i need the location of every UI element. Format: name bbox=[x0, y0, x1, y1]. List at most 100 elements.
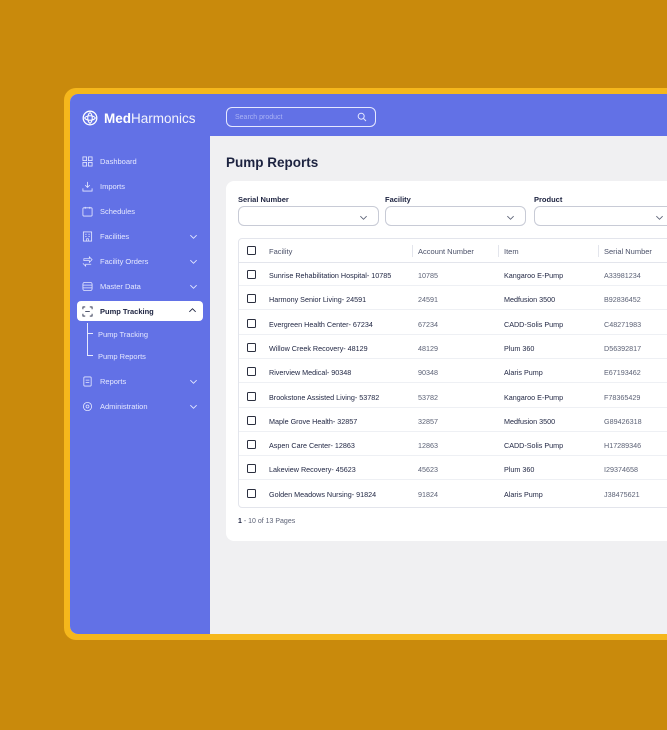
chevron-down-icon bbox=[656, 215, 663, 220]
brand-logo: MedHarmonics bbox=[82, 110, 196, 126]
row-checkbox[interactable] bbox=[247, 440, 256, 450]
cell-item: CADD-Solis Pump bbox=[504, 319, 564, 329]
column-header-account-number[interactable]: Account Number bbox=[412, 245, 474, 257]
facility-select[interactable] bbox=[385, 206, 526, 226]
column-header-item[interactable]: Item bbox=[498, 245, 519, 257]
table-row[interactable]: Brookstone Assisted Living- 53782 53782 Ka… bbox=[239, 385, 667, 408]
calendar-icon bbox=[82, 206, 93, 217]
chevron-down-icon bbox=[507, 215, 514, 220]
import-tray-icon bbox=[82, 181, 93, 192]
sidebar-item-imports[interactable]: Imports bbox=[70, 174, 210, 199]
page-range-text: - 10 of 13 Pages bbox=[241, 518, 296, 525]
sidebar-item-label: Imports bbox=[100, 182, 126, 191]
row-checkbox[interactable] bbox=[247, 294, 256, 304]
row-checkbox[interactable] bbox=[247, 318, 256, 328]
sidebar-item-facility-orders[interactable]: Facility Orders bbox=[70, 249, 210, 274]
page-title: Pump Reports bbox=[226, 155, 319, 170]
cell-item: Kangaroo E-Pump bbox=[504, 392, 564, 402]
sidebar-subitem-pump-reports[interactable]: Pump Reports bbox=[70, 345, 210, 367]
row-checkbox[interactable] bbox=[247, 367, 256, 377]
cell-serial-number: C48271983 bbox=[604, 319, 642, 329]
cell-account-number: 24591 bbox=[418, 295, 438, 305]
sidebar-item-label: Administration bbox=[100, 402, 148, 411]
cell-account-number: 45623 bbox=[418, 465, 438, 475]
table-row[interactable]: Lakeview Recovery- 45623 45623 Plum 360 I29… bbox=[239, 457, 667, 481]
cell-facility: Maple Grove Health- 32857 bbox=[269, 416, 358, 426]
sidebar-subitem-pump-tracking[interactable]: Pump Tracking bbox=[70, 323, 210, 345]
cell-item: Alaris Pump bbox=[504, 489, 543, 499]
row-checkbox[interactable] bbox=[247, 415, 256, 425]
cell-item: Plum 360 bbox=[504, 343, 535, 353]
cell-facility: Brookstone Assisted Living- 53782 bbox=[269, 392, 380, 402]
cell-item: Medfusion 3500 bbox=[504, 295, 556, 305]
table-row[interactable]: Golden Meadows Nursing- 91824 91824 Alaris… bbox=[239, 482, 667, 505]
search-icon[interactable] bbox=[357, 112, 367, 122]
sidebar-item-master-data[interactable]: Master Data bbox=[70, 274, 210, 299]
sidebar-item-administration[interactable]: Administration bbox=[70, 394, 210, 419]
table-row[interactable]: Harmony Senior Living- 24591 24591 Medfusi… bbox=[239, 287, 667, 311]
sidebar-item-facilities[interactable]: Facilities bbox=[70, 224, 210, 249]
report-card: Serial Number Facility Product Facility … bbox=[226, 181, 667, 541]
cell-item: Medfusion 3500 bbox=[504, 416, 556, 426]
select-all-checkbox[interactable] bbox=[247, 246, 256, 255]
cell-serial-number: H17289346 bbox=[604, 441, 642, 451]
database-icon bbox=[82, 281, 93, 292]
scan-icon bbox=[82, 306, 93, 317]
building-icon bbox=[82, 231, 93, 242]
cell-facility: Willow Creek Recovery- 48129 bbox=[269, 343, 368, 353]
cell-facility: Lakeview Recovery- 45623 bbox=[269, 465, 356, 475]
cell-serial-number: F78365429 bbox=[604, 392, 641, 402]
row-checkbox[interactable] bbox=[247, 342, 256, 352]
cell-serial-number: G89426318 bbox=[604, 416, 642, 426]
sidebar-item-label: Master Data bbox=[100, 282, 141, 291]
table-row[interactable]: Evergreen Health Center- 67234 67234 CADD-… bbox=[239, 312, 667, 335]
cell-account-number: 48129 bbox=[418, 343, 438, 353]
cell-account-number: 12863 bbox=[418, 441, 438, 451]
row-checkbox[interactable] bbox=[247, 391, 256, 401]
cell-account-number: 67234 bbox=[418, 319, 438, 329]
cell-account-number: 90348 bbox=[418, 368, 438, 378]
row-checkbox[interactable] bbox=[247, 488, 256, 498]
product-select[interactable] bbox=[534, 206, 667, 226]
cell-item: Plum 360 bbox=[504, 465, 535, 475]
brand-name-bold: Med bbox=[104, 110, 131, 126]
cell-serial-number: J38475621 bbox=[604, 489, 640, 499]
table-row[interactable]: Maple Grove Health- 32857 32857 Medfusion … bbox=[239, 409, 667, 432]
cell-item: CADD-Solis Pump bbox=[504, 441, 564, 451]
chevron-down-icon bbox=[190, 259, 197, 264]
column-header-facility[interactable]: Facility bbox=[269, 247, 292, 256]
cell-account-number: 32857 bbox=[418, 416, 438, 426]
serial-number-select[interactable] bbox=[238, 206, 379, 226]
cell-facility: Aspen Care Center- 12863 bbox=[269, 441, 355, 451]
sidebar-nav: Dashboard Imports Schedules Facilities F… bbox=[70, 149, 210, 419]
sidebar-item-dashboard[interactable]: Dashboard bbox=[70, 149, 210, 174]
sidebar-item-reports[interactable]: Reports bbox=[70, 369, 210, 394]
chevron-down-icon bbox=[190, 284, 197, 289]
cell-account-number: 53782 bbox=[418, 392, 438, 402]
sidebar-item-pump-tracking[interactable]: Pump Tracking bbox=[77, 301, 203, 321]
cell-serial-number: B92836452 bbox=[604, 295, 641, 305]
app-window: MedHarmonics Dashboard Imports Schedules… bbox=[70, 94, 667, 634]
pump-tracking-submenu: Pump Tracking Pump Reports bbox=[70, 323, 210, 369]
search-input[interactable]: Search product bbox=[226, 107, 376, 127]
sidebar-item-schedules[interactable]: Schedules bbox=[70, 199, 210, 224]
table-row[interactable]: Willow Creek Recovery- 48129 48129 Plum 36… bbox=[239, 336, 667, 359]
sidebar-item-label: Dashboard bbox=[100, 157, 137, 166]
table-row[interactable]: Riverview Medical- 90348 90348 Alaris Pump… bbox=[239, 360, 667, 384]
brand-name-rest: Harmonics bbox=[131, 110, 196, 126]
chevron-down-icon bbox=[190, 379, 197, 384]
cell-serial-number: A33981234 bbox=[604, 271, 641, 280]
row-checkbox[interactable] bbox=[247, 270, 256, 279]
cell-account-number: 10785 bbox=[418, 271, 438, 280]
column-header-serial-number[interactable]: Serial Number bbox=[598, 245, 652, 257]
order-icon bbox=[82, 256, 93, 267]
table-row[interactable]: Aspen Care Center- 12863 12863 CADD-Solis … bbox=[239, 433, 667, 457]
cell-facility: Harmony Senior Living- 24591 bbox=[269, 295, 367, 305]
table-row[interactable]: Sunrise Rehabilitation Hospital- 10785 10… bbox=[239, 263, 667, 286]
admin-gear-icon bbox=[82, 401, 93, 412]
row-checkbox[interactable] bbox=[247, 464, 256, 474]
table-header: Facility Account Number Item Serial Numb… bbox=[239, 239, 667, 263]
search-placeholder: Search product bbox=[235, 113, 283, 121]
chevron-down-icon bbox=[360, 215, 367, 220]
cell-serial-number: E67193462 bbox=[604, 368, 641, 378]
